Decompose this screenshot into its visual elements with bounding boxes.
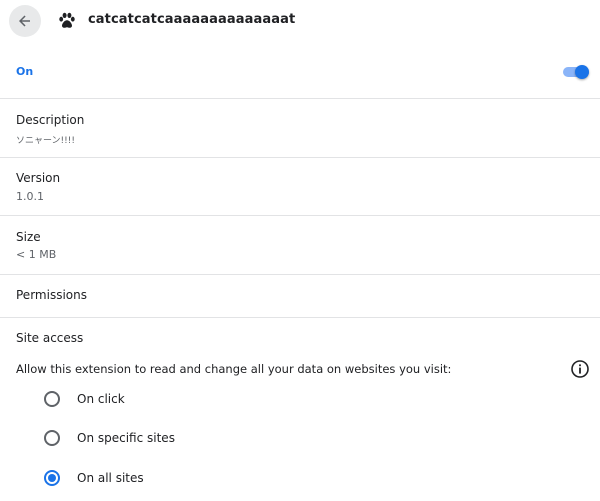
- enable-toggle-row: On: [0, 52, 600, 92]
- description-value: ソニャーン!!!!: [16, 136, 75, 146]
- extension-name: catcatcatcaaaaaaaaaaaaaat: [88, 12, 296, 27]
- divider: [0, 215, 600, 216]
- toggle-label: On: [16, 65, 34, 78]
- extension-details-page: catcatcatcaaaaaaaaaaaaaat On Description…: [0, 0, 600, 501]
- divider: [0, 98, 600, 99]
- description-label: Description: [16, 113, 85, 127]
- site-access-prompt: Allow this extension to read and change …: [16, 362, 452, 376]
- header: catcatcatcaaaaaaaaaaaaaat: [0, 0, 600, 46]
- back-button[interactable]: [9, 5, 41, 37]
- radio-button[interactable]: [44, 391, 60, 407]
- site-access-label: Site access: [16, 331, 84, 345]
- arrow-left-icon: [19, 15, 30, 27]
- radio-option-on-all-sites[interactable]: On all sites: [0, 466, 600, 492]
- info-icon[interactable]: [570, 359, 590, 379]
- toggle-knob: [575, 65, 589, 79]
- radio-option-on-click[interactable]: On click: [0, 387, 600, 413]
- divider: [0, 317, 600, 318]
- version-label: Version: [16, 171, 61, 185]
- size-label: Size: [16, 230, 41, 244]
- divider: [0, 157, 600, 158]
- paw-icon: [59, 12, 75, 28]
- radio-button-selected[interactable]: [44, 470, 60, 486]
- size-value: < 1 MB: [16, 248, 57, 261]
- divider: [0, 274, 600, 275]
- radio-label: On specific sites: [77, 431, 175, 445]
- permissions-label: Permissions: [16, 288, 87, 302]
- radio-label: On click: [77, 392, 125, 406]
- version-value: 1.0.1: [16, 190, 44, 203]
- radio-label: On all sites: [77, 471, 144, 485]
- enable-toggle[interactable]: [562, 63, 592, 81]
- radio-button[interactable]: [44, 430, 60, 446]
- radio-option-on-specific-sites[interactable]: On specific sites: [0, 426, 600, 452]
